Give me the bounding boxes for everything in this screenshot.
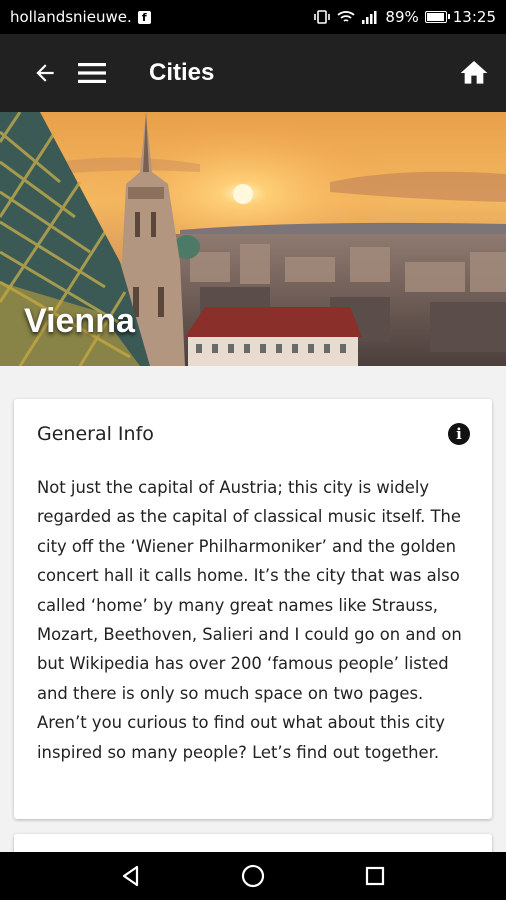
battery-icon bbox=[424, 11, 450, 23]
app-bar: Cities bbox=[0, 34, 506, 112]
info-icon[interactable]: i bbox=[448, 423, 470, 445]
wifi-icon bbox=[337, 11, 356, 22]
city-name: Vienna bbox=[24, 302, 135, 340]
signal-icon bbox=[362, 11, 377, 24]
battery-percentage: 89% bbox=[385, 8, 419, 26]
home-button[interactable] bbox=[452, 51, 496, 95]
hamburger-menu-icon bbox=[78, 63, 106, 83]
carrier-text: hollandsnieuwe. bbox=[10, 8, 132, 26]
nav-home-button[interactable] bbox=[233, 856, 273, 896]
back-button[interactable] bbox=[23, 51, 67, 95]
card-description: Not just the capital of Austria; this ci… bbox=[37, 478, 462, 762]
general-info-card: General Info i Not just the capital of A… bbox=[14, 399, 492, 819]
hero-banner: Vienna bbox=[0, 112, 506, 366]
nav-recents-button[interactable] bbox=[355, 856, 395, 896]
triangle-back-icon bbox=[122, 865, 139, 887]
circle-home-icon bbox=[241, 864, 265, 888]
square-recents-icon bbox=[365, 866, 385, 886]
menu-button[interactable] bbox=[70, 51, 114, 95]
facebook-icon: f bbox=[137, 10, 151, 24]
card-title: General Info bbox=[37, 423, 154, 445]
system-nav-bar bbox=[0, 852, 506, 900]
nav-back-button[interactable] bbox=[111, 856, 151, 896]
clock: 13:25 bbox=[452, 8, 496, 26]
vibrate-icon bbox=[314, 10, 331, 24]
card-header: General Info i bbox=[37, 423, 470, 445]
status-bar: hollandsnieuwe. f 89% 13:25 bbox=[0, 0, 506, 34]
home-icon bbox=[460, 61, 488, 84]
arrow-back-icon bbox=[36, 64, 54, 82]
page-title: Cities bbox=[149, 59, 215, 86]
